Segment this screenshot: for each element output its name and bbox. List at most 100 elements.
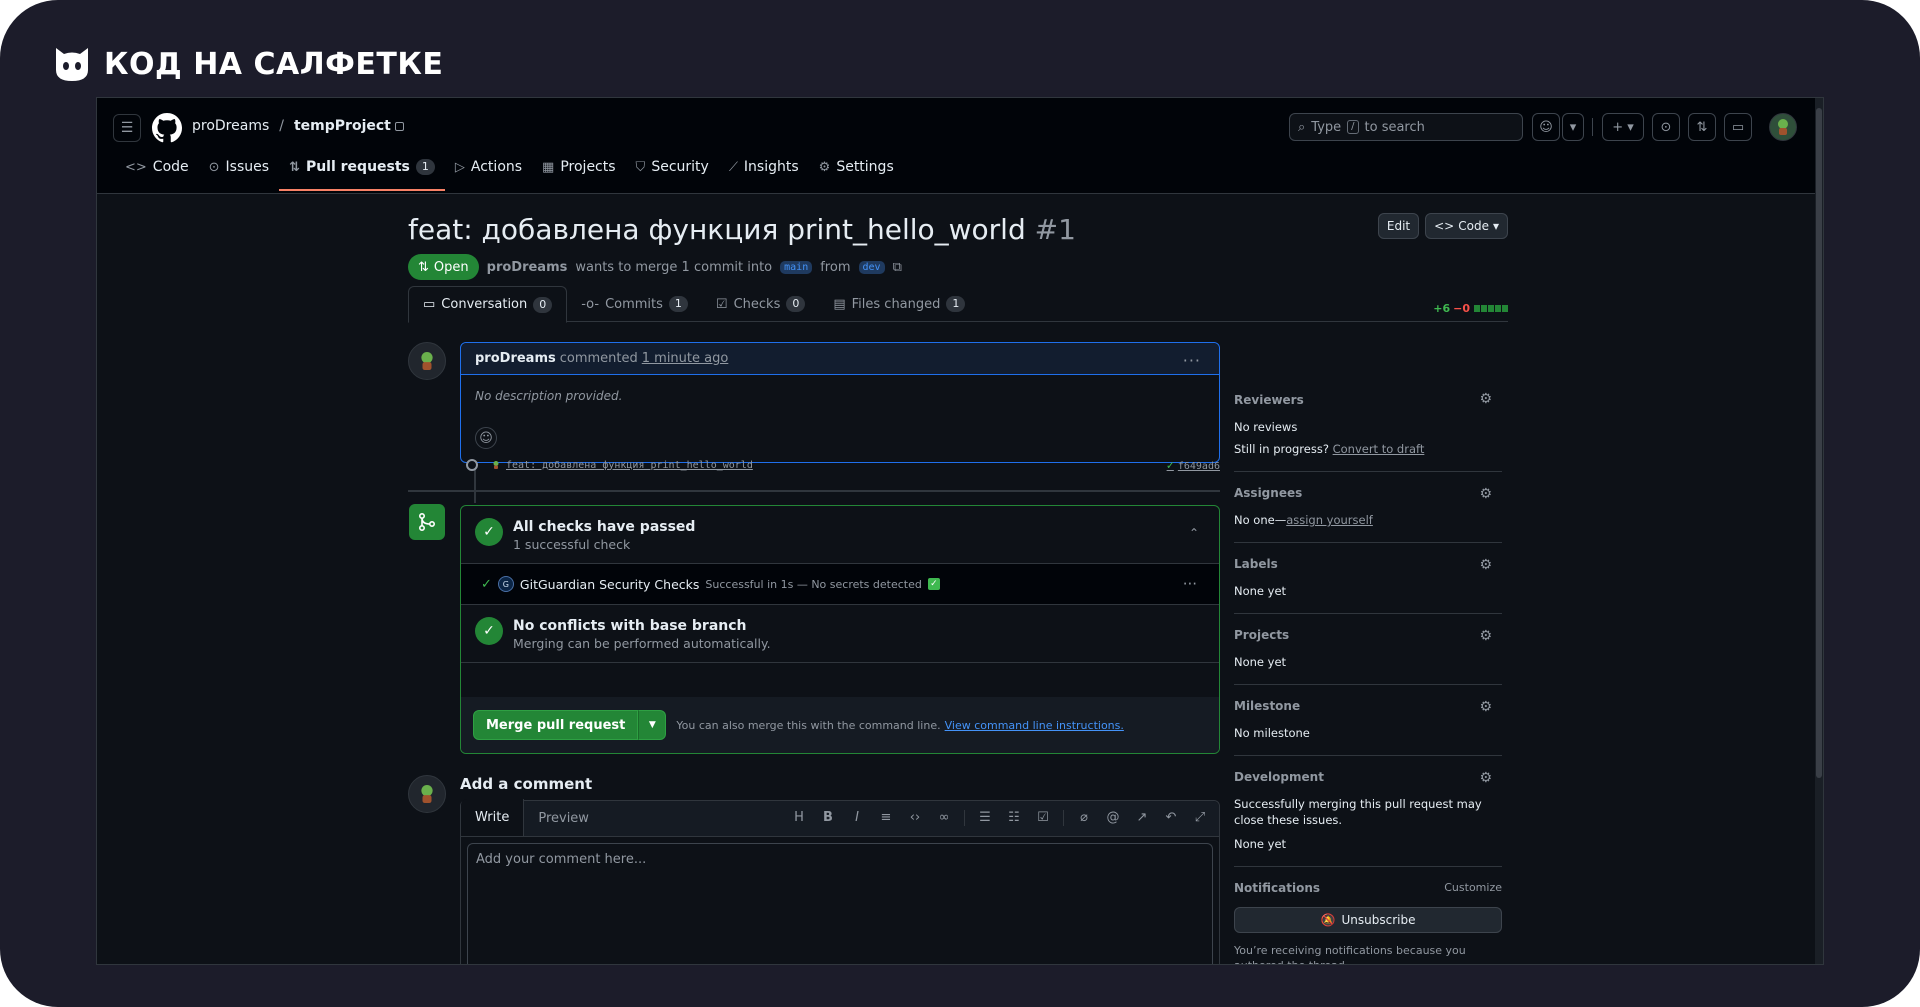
- tab-settings[interactable]: ⚙ Settings: [809, 150, 904, 184]
- assign-yourself-link[interactable]: assign yourself: [1286, 513, 1373, 527]
- tab-files-changed[interactable]: ▤ Files changed 1: [819, 286, 979, 322]
- comment-time[interactable]: 1 minute ago: [642, 351, 729, 366]
- tab-pull-requests[interactable]: ⇅ Pull requests 1: [279, 150, 445, 191]
- tab-commits[interactable]: -o- Commits 1: [567, 286, 702, 322]
- commit-sha-wrap: ✓ f649ad6: [1167, 458, 1220, 472]
- merge-options-button[interactable]: ▼: [638, 710, 667, 740]
- create-new-button[interactable]: + ▾: [1602, 113, 1644, 141]
- tab-conversation[interactable]: ▭ Conversation 0: [408, 286, 568, 323]
- scrollbar-thumb[interactable]: [1816, 108, 1822, 778]
- diff-additions: +6: [1433, 302, 1451, 315]
- repo-tabs: <> Code ⊙ Issues ⇅ Pull requests 1 ▷ Actions …: [115, 150, 904, 191]
- customize-link[interactable]: Customize: [1444, 881, 1502, 894]
- edit-button[interactable]: Edit: [1377, 213, 1420, 239]
- attach-icon[interactable]: ⌀: [1075, 810, 1093, 826]
- gear-icon[interactable]: ⚙: [1479, 391, 1492, 407]
- comment-action: commented: [559, 351, 638, 366]
- comment-textarea[interactable]: Add your comment here...: [467, 843, 1213, 964]
- link-icon[interactable]: ∞: [935, 810, 953, 826]
- copy-icon[interactable]: ⧉: [893, 260, 902, 275]
- search-input[interactable]: ⌕ Type / to search: [1289, 113, 1523, 141]
- gear-icon[interactable]: ⚙: [1479, 699, 1492, 715]
- avatar[interactable]: [408, 775, 446, 813]
- diffstat-bar: [1473, 302, 1508, 315]
- mention-icon[interactable]: @: [1104, 810, 1122, 826]
- fullscreen-icon[interactable]: ⤢: [1191, 810, 1209, 826]
- markdown-toolbar: H B I ≡ ‹› ∞ ☰ ☷ ☑ ⌀ @ ↗ ↶ ⤢: [790, 810, 1209, 826]
- tab-code[interactable]: <> Code: [115, 150, 199, 184]
- user-avatar[interactable]: [1769, 113, 1797, 141]
- pull-requests-button[interactable]: ⇅: [1688, 113, 1716, 141]
- quote-icon[interactable]: ≡: [877, 810, 895, 826]
- menu-button[interactable]: ☰: [113, 114, 141, 142]
- tab-write[interactable]: Write: [461, 799, 525, 836]
- shield-icon: ⛉: [635, 159, 646, 175]
- heading-icon[interactable]: H: [790, 810, 808, 826]
- commit-sha[interactable]: f649ad6: [1178, 461, 1220, 472]
- labels-section: Labels ⚙ None yet: [1234, 543, 1502, 614]
- base-branch[interactable]: main: [780, 260, 813, 274]
- cli-instructions-link[interactable]: View command line instructions.: [945, 719, 1124, 732]
- tab-preview[interactable]: Preview: [524, 800, 603, 836]
- copilot-dropdown-button[interactable]: ▾: [1562, 113, 1584, 141]
- gear-icon[interactable]: ⚙: [1479, 486, 1492, 502]
- checks-summary[interactable]: ✓ All checks have passed 1 successful ch…: [461, 506, 1219, 564]
- bell-slash-icon: 🔕: [1320, 913, 1336, 927]
- github-header: ☰ proDreams / tempProject ⌕ Type / to se…: [97, 98, 1817, 194]
- inbox-button[interactable]: ▭: [1724, 113, 1752, 141]
- avatar[interactable]: [408, 342, 446, 380]
- reply-icon[interactable]: ↶: [1162, 810, 1180, 826]
- convert-to-draft-link[interactable]: Convert to draft: [1333, 442, 1425, 456]
- notifications-section: Notifications Customize 🔕 Unsubscribe You…: [1234, 867, 1502, 964]
- gear-icon[interactable]: ⚙: [1479, 770, 1492, 786]
- brand-title: КОД НА САЛФЕТКЕ: [104, 46, 444, 82]
- commit-message[interactable]: feat: добавлена функция print_hello_worl…: [506, 460, 753, 471]
- ordered-list-icon[interactable]: ☰: [976, 810, 994, 826]
- breadcrumb-repo[interactable]: tempProject: [294, 118, 391, 134]
- bold-icon[interactable]: B: [819, 810, 837, 826]
- code-icon[interactable]: ‹›: [906, 810, 924, 826]
- smiley-icon[interactable]: ☺: [475, 427, 497, 449]
- gear-icon[interactable]: ⚙: [1479, 628, 1492, 644]
- italic-icon[interactable]: I: [848, 810, 866, 826]
- kebab-menu-icon[interactable]: ···: [1183, 575, 1197, 593]
- tab-actions[interactable]: ▷ Actions: [445, 150, 532, 184]
- tab-insights[interactable]: ⟋ Insights: [719, 150, 809, 184]
- merge-actions: Merge pull request ▼ You can also merge …: [461, 697, 1219, 753]
- reviewers-section: Reviewers ⚙ No reviews Still in progress…: [1234, 391, 1502, 472]
- head-branch[interactable]: dev: [858, 260, 885, 274]
- cross-reference-icon[interactable]: ↗: [1133, 810, 1151, 826]
- merge-pull-request-button[interactable]: Merge pull request: [473, 710, 639, 740]
- pull-request-icon: ⇅: [1696, 119, 1708, 135]
- copilot-button[interactable]: ☺: [1532, 113, 1560, 141]
- tab-projects[interactable]: ▦ Projects: [532, 150, 626, 184]
- unordered-list-icon[interactable]: ☷: [1005, 810, 1023, 826]
- scrollbar[interactable]: [1815, 98, 1823, 964]
- tab-security[interactable]: ⛉ Security: [626, 150, 719, 184]
- gear-icon[interactable]: ⚙: [1479, 557, 1492, 573]
- title-actions: Edit <> Code ▾: [1377, 213, 1508, 239]
- tab-issues[interactable]: ⊙ Issues: [199, 150, 279, 184]
- tab-pull-requests-label: Pull requests: [305, 159, 410, 175]
- milestone-section: Milestone ⚙ No milestone: [1234, 685, 1502, 756]
- unsubscribe-button[interactable]: 🔕 Unsubscribe: [1234, 907, 1502, 933]
- kebab-menu-icon[interactable]: ···: [1183, 351, 1201, 370]
- conflicts-subtitle: Merging can be performed automatically.: [513, 636, 771, 651]
- tab-checks[interactable]: ☑ Checks 0: [702, 286, 819, 322]
- breadcrumb-owner[interactable]: proDreams: [192, 118, 269, 134]
- pr-author[interactable]: proDreams: [487, 260, 568, 275]
- unsubscribe-label: Unsubscribe: [1341, 913, 1416, 927]
- assignees-section: Assignees ⚙ No one—assign yourself: [1234, 472, 1502, 543]
- comment-author[interactable]: proDreams: [475, 351, 556, 366]
- check-item: ✓ G GitGuardian Security Checks Successf…: [461, 564, 1219, 605]
- code-button[interactable]: <> Code ▾: [1425, 213, 1508, 239]
- check-circle-icon: ✓: [475, 617, 503, 645]
- diffstat: +6 −0: [1433, 302, 1508, 315]
- task-list-icon[interactable]: ☑: [1034, 810, 1052, 826]
- github-logo-icon[interactable]: [152, 113, 182, 143]
- issues-button[interactable]: ⊙: [1652, 113, 1680, 141]
- commit-icon: [466, 459, 478, 471]
- check-row[interactable]: ✓ G GitGuardian Security Checks Successf…: [461, 564, 1219, 604]
- chevron-up-icon[interactable]: ⌃: [1189, 526, 1199, 540]
- editor-header: Write Preview H B I ≡ ‹› ∞ ☰ ☷ ☑ ⌀ @ ↗ ↶…: [461, 799, 1219, 837]
